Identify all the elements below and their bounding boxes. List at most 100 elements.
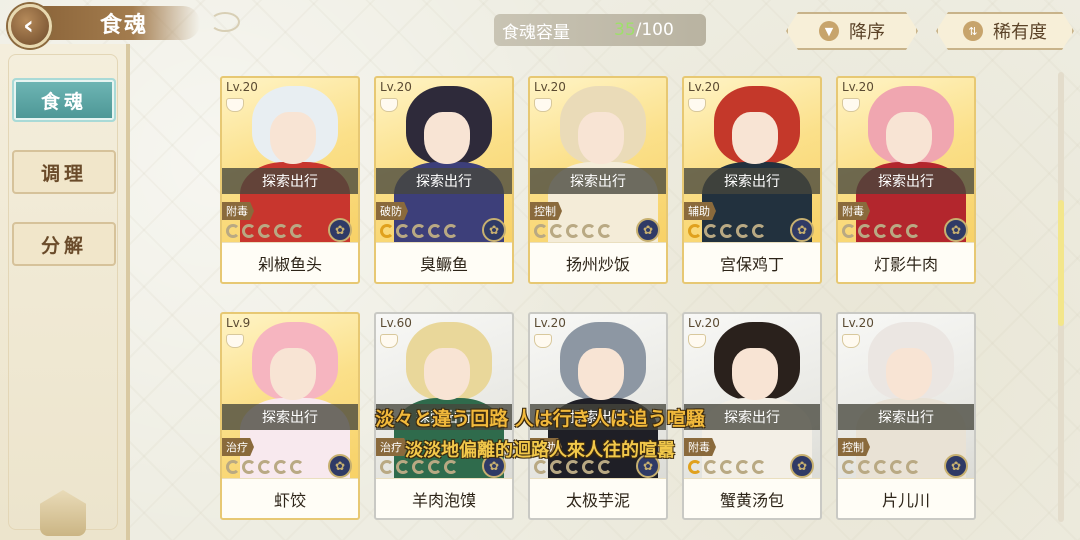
ring-icon [582, 224, 596, 238]
portrait-face [424, 112, 470, 164]
star-rings [842, 460, 920, 474]
flower-emblem-icon: ✿ [790, 218, 814, 242]
level-label: Lv.20 [842, 80, 874, 94]
level-label: Lv.60 [380, 316, 412, 330]
bowl-icon [380, 334, 398, 348]
ring-icon [858, 460, 872, 474]
ring-icon [534, 224, 548, 238]
ring-icon [566, 224, 580, 238]
ring-icon [890, 224, 904, 238]
food-soul-card[interactable]: Lv.20 探索出行辅助 ✿ 宫保鸡丁 [682, 76, 822, 284]
sidebar-item-tiaoli[interactable]: 调理 [12, 150, 116, 194]
food-soul-card[interactable]: Lv.20 探索出行 破防 ✿ 臭鳜鱼 [374, 76, 514, 284]
star-rings [226, 460, 304, 474]
bowl-icon [534, 98, 552, 112]
title-banner: 食魂 [30, 6, 200, 40]
sidebar-item-label: 调理 [40, 162, 87, 185]
subtitle-chinese: 淡淡地偏離的迴路人來人往的喧囂 [405, 440, 675, 461]
ring-icon [566, 460, 580, 474]
sidebar-item-label: 食魂 [40, 90, 87, 113]
food-soul-name: 臭鳜鱼 [376, 242, 512, 282]
capacity-max: /100 [635, 20, 674, 40]
ring-icon [290, 224, 304, 238]
star-rings [380, 224, 458, 238]
ring-icon [752, 460, 766, 474]
portrait-face [886, 348, 932, 400]
role-badge: 附毒 [222, 202, 254, 220]
ring-icon [290, 460, 304, 474]
sort-bars-icon: ⇅ [963, 21, 983, 41]
star-rings [534, 460, 612, 474]
ring-icon [598, 460, 612, 474]
ring-icon [736, 224, 750, 238]
level-label: Lv.9 [226, 316, 251, 330]
ring-icon [534, 460, 548, 474]
portrait-face [732, 112, 778, 164]
star-rings [688, 460, 766, 474]
portrait-face [886, 112, 932, 164]
sort-rarity-button[interactable]: ⇅ 稀有度 [936, 12, 1074, 50]
ring-icon [752, 224, 766, 238]
ring-icon [688, 224, 702, 238]
ring-icon [906, 460, 920, 474]
ring-icon [720, 224, 734, 238]
level-label: Lv.20 [688, 316, 720, 330]
ring-icon [380, 224, 394, 238]
ring-icon [704, 224, 718, 238]
role-badge: 辅助 [684, 202, 716, 220]
sidebar-item-label: 分解 [40, 234, 87, 257]
sort-rarity-label: 稀有度 [993, 22, 1047, 43]
ring-icon [274, 224, 288, 238]
page-title: 食魂 [100, 13, 149, 38]
flower-emblem-icon: ✿ [944, 218, 968, 242]
star-rings [842, 224, 920, 238]
portrait-face [732, 348, 778, 400]
capacity-current: 35 [614, 20, 636, 40]
ring-icon [736, 460, 750, 474]
ring-icon [874, 224, 888, 238]
ring-icon [380, 460, 394, 474]
role-badge: 控制 [530, 202, 562, 220]
bowl-icon [226, 98, 244, 112]
portrait-face [270, 348, 316, 400]
ring-icon [688, 460, 702, 474]
star-rings [688, 224, 766, 238]
food-soul-name: 扬州炒饭 [530, 242, 666, 282]
food-soul-name: 蟹黄汤包 [684, 478, 820, 518]
ring-icon [226, 460, 240, 474]
food-soul-name: 剁椒鱼头 [222, 242, 358, 282]
ring-icon [598, 224, 612, 238]
status-label: 探索出行 [684, 168, 820, 194]
food-soul-name: 虾饺 [222, 478, 358, 518]
food-soul-name: 宫保鸡丁 [684, 242, 820, 282]
sort-order-button[interactable]: ▼ 降序 [786, 12, 918, 50]
bowl-icon [380, 98, 398, 112]
sidebar-item-shihun[interactable]: 食魂 [12, 78, 116, 122]
level-label: Lv.20 [380, 80, 412, 94]
scrollbar-thumb[interactable] [1058, 200, 1064, 326]
food-soul-card[interactable]: Lv.20 探索出行 附毒 ✿ 灯影牛肉 [836, 76, 976, 284]
sort-order-label: 降序 [849, 22, 885, 43]
ring-icon [274, 460, 288, 474]
subtitle-japanese: 淡々と違う回路 人は行き人は追う喧騒 [375, 408, 705, 430]
star-rings [380, 460, 458, 474]
level-label: Lv.20 [688, 80, 720, 94]
ring-icon [874, 460, 888, 474]
bowl-icon [842, 334, 860, 348]
food-soul-card[interactable]: Lv.20 探索出行 附毒 ✿ 剁椒鱼头 [220, 76, 360, 284]
ring-icon [842, 224, 856, 238]
ring-icon [242, 224, 256, 238]
ring-icon [858, 224, 872, 238]
flower-emblem-icon: ✿ [482, 218, 506, 242]
ring-icon [906, 224, 920, 238]
ring-icon [396, 224, 410, 238]
ring-icon [412, 460, 426, 474]
level-label: Lv.20 [226, 80, 258, 94]
triangle-down-icon: ▼ [819, 21, 839, 41]
food-soul-name: 灯影牛肉 [838, 242, 974, 282]
back-button[interactable]: ‹ [8, 4, 52, 48]
sidebar-item-fenjie[interactable]: 分解 [12, 222, 116, 266]
ring-icon [550, 460, 564, 474]
flower-emblem-icon: ✿ [328, 218, 352, 242]
food-soul-card[interactable]: Lv.20 探索出行 控制 ✿ 扬州炒饭 [528, 76, 668, 284]
